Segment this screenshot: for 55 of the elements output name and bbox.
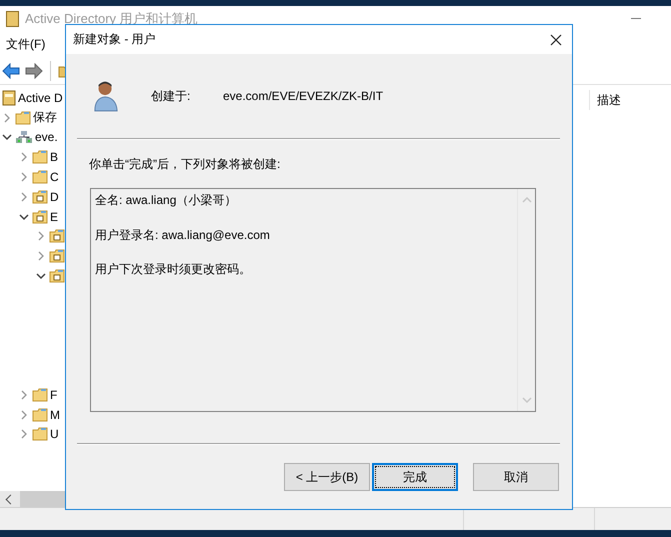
folder-icon (32, 170, 48, 184)
tree-item[interactable]: F (50, 388, 58, 402)
created-in-label: 创建于: (151, 88, 192, 104)
folder-icon (32, 388, 48, 402)
scroll-up-icon[interactable] (522, 197, 532, 203)
app-icon (6, 10, 19, 26)
close-icon[interactable] (550, 34, 562, 46)
tree-item[interactable]: eve. (35, 130, 58, 144)
folder-document-icon (49, 249, 65, 264)
column-header[interactable]: 描述 (590, 92, 621, 108)
collapsed-chevron-icon[interactable] (19, 429, 29, 440)
summary-intro: 你单击“完成”后，下列对象将被创建: (89, 156, 282, 173)
folder-icon (32, 427, 48, 442)
expanded-chevron-icon[interactable] (2, 132, 12, 142)
collapsed-chevron-icon[interactable] (19, 410, 29, 420)
back-arrow-icon[interactable] (2, 63, 20, 79)
collapsed-chevron-icon[interactable] (19, 390, 29, 400)
scroll-down-icon[interactable] (522, 397, 532, 403)
tree-item[interactable]: E (50, 210, 58, 224)
folder-icon (32, 150, 48, 164)
dialog-button[interactable]: < 上一步(B) (284, 463, 370, 491)
folder-icon (15, 110, 31, 125)
book-icon (2, 90, 16, 106)
folder-document-icon (32, 210, 48, 224)
collapsed-chevron-icon[interactable] (36, 231, 46, 242)
summary-line: 全名: awa.liang（小梁哥） (95, 192, 238, 209)
tree-item[interactable]: M (50, 408, 60, 422)
tree-item[interactable]: B (50, 150, 58, 164)
collapsed-chevron-icon[interactable] (2, 112, 12, 123)
dialog-button[interactable]: 取消 (473, 463, 559, 491)
forward-arrow-icon[interactable] (25, 63, 43, 79)
collapsed-chevron-icon[interactable] (19, 152, 29, 162)
collapsed-chevron-icon[interactable] (36, 251, 46, 262)
dialog-title: 新建对象 - 用户 (73, 31, 156, 48)
network-icon (15, 130, 33, 144)
tree-item[interactable]: U (50, 427, 59, 442)
container-path: eve.com/EVE/EVEZK/ZK-B/IT (223, 89, 384, 103)
summary-line: 用户登录名: awa.liang@eve.com (95, 226, 271, 244)
tree-item[interactable]: Active D (18, 90, 63, 105)
expanded-chevron-icon[interactable] (36, 271, 46, 282)
user-icon (93, 80, 119, 112)
menu-item[interactable]: 文件(F) (6, 36, 46, 53)
window-title: Active Directory 用户和计算机 (25, 10, 198, 28)
folder-document-icon (32, 190, 48, 204)
collapsed-chevron-icon[interactable] (19, 172, 29, 182)
tree-item[interactable]: D (50, 190, 59, 204)
folder-icon (32, 408, 48, 422)
folder-document-icon (49, 269, 65, 284)
summary-line: 用户下次登录时须更改密码。 (95, 261, 252, 278)
expanded-chevron-icon[interactable] (19, 212, 29, 222)
tree-item[interactable]: C (50, 170, 59, 184)
collapsed-chevron-icon[interactable] (19, 192, 29, 202)
folder-document-icon (49, 229, 65, 244)
dialog-button[interactable]: 完成 (372, 463, 458, 491)
tree-item[interactable]: 保存 (33, 109, 57, 126)
